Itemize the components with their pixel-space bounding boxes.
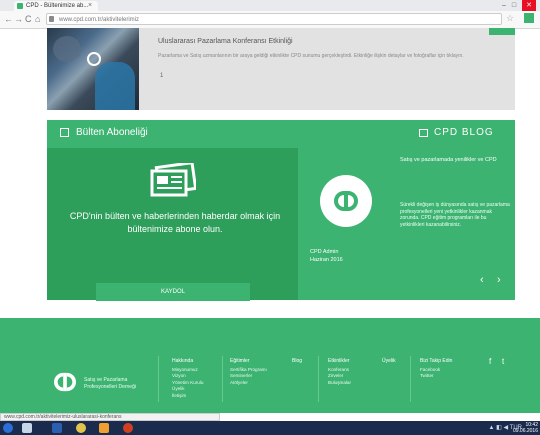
footer-column-heading[interactable]: Üyelik	[382, 358, 396, 365]
facebook-icon[interactable]: f	[489, 357, 491, 366]
footer-column-heading: Etkinlikler	[328, 358, 350, 364]
bookmark-star-icon[interactable]: ☆	[506, 13, 514, 24]
forward-icon[interactable]: →	[14, 14, 23, 25]
word-icon[interactable]	[52, 423, 62, 433]
footer-link[interactable]: Sertifika Programı	[230, 367, 267, 374]
blog-author: CPD Admin	[310, 249, 339, 255]
blog-post-excerpt: Sürekli değişen iş dünyasında satış ve p…	[400, 202, 510, 228]
footer-link[interactable]: Misyonumuz	[172, 367, 203, 374]
favicon-icon	[17, 3, 23, 9]
footer-link[interactable]: Seminerler	[230, 373, 267, 380]
event-photo[interactable]	[47, 28, 139, 110]
minimize-icon[interactable]: –	[502, 0, 506, 11]
carousel-prev-icon[interactable]: ‹	[480, 274, 484, 286]
footer-divider	[158, 356, 159, 402]
clock-date: 09.06.2016	[512, 428, 538, 434]
cpd-logo[interactable]	[320, 175, 372, 227]
footer-divider	[410, 356, 411, 402]
start-button-icon[interactable]	[3, 423, 13, 433]
comment-icon	[419, 129, 428, 137]
chrome-icon[interactable]	[76, 423, 86, 433]
footer-column-heading: Bizi Takip Edin	[420, 358, 453, 364]
mail-icon	[60, 128, 69, 137]
folder-icon[interactable]	[99, 423, 109, 433]
event-marker: 1	[160, 73, 164, 79]
lock-icon	[49, 16, 54, 22]
footer-link[interactable]: Buluşmalar	[328, 380, 351, 387]
footer-link[interactable]: Zirveler	[328, 373, 351, 380]
footer-column-heading: Eğitimler	[230, 358, 250, 364]
event-description: Pazarlama ve Satış uzmanlarının bir aray…	[158, 53, 464, 59]
address-bar[interactable]: www.cpd.com.tr/aktivitelerimiz	[46, 13, 502, 25]
newsletter-text: CPD'nin bülten ve haberlerinden haberdar…	[69, 211, 281, 234]
carousel-next-icon[interactable]: ›	[497, 274, 501, 286]
footer-column-events: Etkinlikler Konferans Zirveler Buluşmala…	[328, 358, 351, 386]
blog-post-meta: CPD Admin Haziran 2016	[310, 248, 343, 264]
home-icon[interactable]: ⌂	[35, 14, 40, 25]
footer-column-membership: Üyelik	[382, 358, 396, 367]
footer-logo-icon[interactable]	[49, 371, 81, 393]
tab-title: CPD - Bültenimize ab...	[26, 3, 89, 9]
subscribe-button[interactable]: KAYDOL	[96, 283, 250, 301]
back-icon[interactable]: ←	[4, 14, 13, 25]
footer-divider	[222, 356, 223, 402]
extension-icon[interactable]	[524, 13, 534, 23]
footer-link[interactable]: Atölyeler	[230, 380, 267, 387]
footer-column-about: Hakkında Misyonumuz Vizyon Yönetim Kurul…	[172, 358, 203, 400]
reload-icon[interactable]: C	[25, 14, 32, 25]
footer-column-heading[interactable]: Blog	[292, 358, 302, 365]
footer-link[interactable]: Konferans	[328, 367, 351, 374]
site-footer	[0, 318, 540, 413]
footer-divider	[318, 356, 319, 402]
explorer-icon[interactable]	[22, 423, 32, 433]
cpd-logo-mark-icon	[334, 191, 358, 211]
close-window-icon[interactable]: ✕	[522, 0, 536, 11]
event-badge	[489, 28, 515, 35]
footer-org-name: Satış ve Pazarlama Profesyonelleri Derne…	[84, 377, 136, 390]
browser-status-bar: www.cpd.com.tr/aktivitelerimiz-uluslarar…	[0, 413, 220, 421]
footer-link[interactable]: Facebook	[420, 367, 452, 374]
window-controls: – □ ✕	[502, 0, 536, 11]
media-player-icon[interactable]	[123, 423, 133, 433]
footer-column-blog: Blog	[292, 358, 302, 367]
blog-date: Haziran 2016	[310, 257, 343, 263]
tab-close-icon[interactable]: ×	[88, 1, 92, 11]
footer-link[interactable]: Vizyon	[172, 373, 203, 380]
maximize-icon[interactable]: □	[512, 0, 516, 11]
twitter-icon[interactable]: t	[502, 357, 504, 366]
blog-post-title[interactable]: Satış ve pazarlamada yenilikler ve CPD	[400, 157, 512, 164]
blog-title[interactable]: CPD BLOG	[434, 127, 494, 138]
footer-link[interactable]: Üyelik	[172, 386, 203, 393]
event-title[interactable]: Uluslararası Pazarlama Konferansı Etkinl…	[158, 38, 293, 45]
footer-column-heading: Hakkında	[172, 358, 194, 364]
taskbar-clock[interactable]: 10:42 09.06.2016	[513, 422, 538, 434]
footer-link[interactable]: İletişim	[172, 393, 203, 400]
footer-column-follow: Bizi Takip Edin Facebook Twitter	[420, 358, 452, 380]
footer-link[interactable]: Twitter	[420, 373, 452, 380]
footer-column-training: Eğitimler Sertifika Programı Seminerler …	[230, 358, 267, 386]
browser-tab[interactable]: CPD - Bültenimize ab...	[14, 1, 98, 11]
newsletter-title: Bülten Aboneliği	[76, 127, 148, 138]
newspaper-icon	[150, 163, 196, 197]
